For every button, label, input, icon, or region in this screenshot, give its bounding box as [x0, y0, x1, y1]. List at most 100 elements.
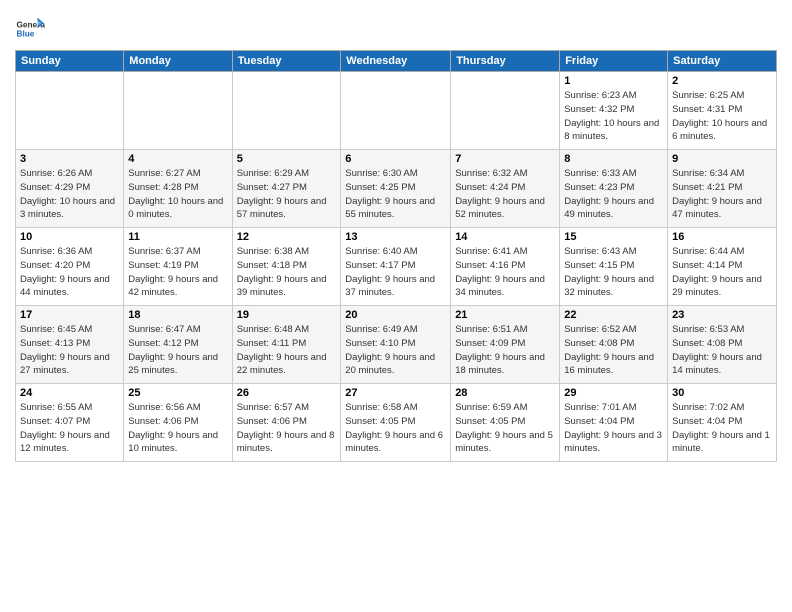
col-header-sunday: Sunday [16, 51, 124, 72]
calendar-cell-2-4: 6 Sunrise: 6:30 AM Sunset: 4:25 PM Daylig… [341, 150, 451, 228]
day-number: 3 [20, 153, 119, 165]
calendar-cell-4-3: 19 Sunrise: 6:48 AM Sunset: 4:11 PM Dayli… [232, 306, 341, 384]
calendar-cell-5-1: 24 Sunrise: 6:55 AM Sunset: 4:07 PM Dayli… [16, 384, 124, 462]
calendar-week-row-4: 17Sunrise: 6:45 AM Sunset: 4:13 PM Dayli… [16, 306, 777, 384]
calendar-cell-1-2 [124, 72, 232, 150]
day-info: Sunrise: 6:23 AM Sunset: 4:32 PM Dayligh… [564, 89, 663, 144]
page: General Blue SundayMondayTuesdayWednesda… [0, 0, 792, 612]
day-number: 9 [672, 153, 772, 165]
day-number: 26 [237, 387, 337, 399]
day-info: Sunrise: 6:27 AM Sunset: 4:28 PM Dayligh… [128, 167, 227, 222]
calendar-cell-3-4: 13 Sunrise: 6:40 AM Sunset: 4:17 PM Dayli… [341, 228, 451, 306]
calendar-cell-3-2: 11Sunrise: 6:37 AM Sunset: 4:19 PM Dayli… [124, 228, 232, 306]
day-number: 30 [672, 387, 772, 399]
day-info: Sunrise: 6:43 AM Sunset: 4:15 PM Dayligh… [564, 245, 663, 300]
calendar-cell-3-6: 15 Sunrise: 6:43 AM Sunset: 4:15 PM Dayli… [560, 228, 668, 306]
day-number: 6 [345, 153, 446, 165]
day-info: Sunrise: 6:59 AM Sunset: 4:05 PM Dayligh… [455, 401, 555, 456]
col-header-monday: Monday [124, 51, 232, 72]
calendar-cell-1-6: 1Sunrise: 6:23 AM Sunset: 4:32 PM Daylig… [560, 72, 668, 150]
calendar-cell-5-3: 26 Sunrise: 6:57 AM Sunset: 4:06 PM Dayli… [232, 384, 341, 462]
day-info: Sunrise: 6:53 AM Sunset: 4:08 PM Dayligh… [672, 323, 772, 378]
day-number: 7 [455, 153, 555, 165]
day-info: Sunrise: 6:29 AM Sunset: 4:27 PM Dayligh… [237, 167, 337, 222]
col-header-tuesday: Tuesday [232, 51, 341, 72]
svg-text:Blue: Blue [17, 30, 35, 39]
calendar-cell-1-5 [451, 72, 560, 150]
calendar-cell-3-3: 12 Sunrise: 6:38 AM Sunset: 4:18 PM Dayli… [232, 228, 341, 306]
col-header-thursday: Thursday [451, 51, 560, 72]
calendar-week-row-3: 10 Sunrise: 6:36 AM Sunset: 4:20 PM Dayli… [16, 228, 777, 306]
day-number: 21 [455, 309, 555, 321]
calendar-cell-3-7: 16 Sunrise: 6:44 AM Sunset: 4:14 PM Dayli… [668, 228, 777, 306]
calendar-week-row-1: 1Sunrise: 6:23 AM Sunset: 4:32 PM Daylig… [16, 72, 777, 150]
day-info: Sunrise: 6:48 AM Sunset: 4:11 PM Dayligh… [237, 323, 337, 378]
calendar-cell-4-1: 17Sunrise: 6:45 AM Sunset: 4:13 PM Dayli… [16, 306, 124, 384]
day-info: Sunrise: 6:34 AM Sunset: 4:21 PM Dayligh… [672, 167, 772, 222]
day-info: Sunrise: 6:41 AM Sunset: 4:16 PM Dayligh… [455, 245, 555, 300]
calendar-header-row: SundayMondayTuesdayWednesdayThursdayFrid… [16, 51, 777, 72]
calendar-cell-5-5: 28 Sunrise: 6:59 AM Sunset: 4:05 PM Dayli… [451, 384, 560, 462]
calendar-cell-4-4: 20 Sunrise: 6:49 AM Sunset: 4:10 PM Dayli… [341, 306, 451, 384]
day-number: 29 [564, 387, 663, 399]
col-header-saturday: Saturday [668, 51, 777, 72]
logo-icon: General Blue [15, 14, 45, 44]
day-info: Sunrise: 6:47 AM Sunset: 4:12 PM Dayligh… [128, 323, 227, 378]
day-number: 19 [237, 309, 337, 321]
day-number: 20 [345, 309, 446, 321]
day-info: Sunrise: 6:40 AM Sunset: 4:17 PM Dayligh… [345, 245, 446, 300]
day-info: Sunrise: 6:33 AM Sunset: 4:23 PM Dayligh… [564, 167, 663, 222]
calendar-week-row-5: 24 Sunrise: 6:55 AM Sunset: 4:07 PM Dayli… [16, 384, 777, 462]
day-number: 25 [128, 387, 227, 399]
day-number: 13 [345, 231, 446, 243]
calendar-cell-5-7: 30 Sunrise: 7:02 AM Sunset: 4:04 PM Dayli… [668, 384, 777, 462]
calendar-cell-2-2: 4 Sunrise: 6:27 AM Sunset: 4:28 PM Daylig… [124, 150, 232, 228]
calendar-cell-1-3 [232, 72, 341, 150]
day-info: Sunrise: 6:25 AM Sunset: 4:31 PM Dayligh… [672, 89, 772, 144]
day-info: Sunrise: 6:36 AM Sunset: 4:20 PM Dayligh… [20, 245, 119, 300]
day-info: Sunrise: 7:01 AM Sunset: 4:04 PM Dayligh… [564, 401, 663, 456]
day-number: 22 [564, 309, 663, 321]
calendar-cell-5-6: 29 Sunrise: 7:01 AM Sunset: 4:04 PM Dayli… [560, 384, 668, 462]
calendar-cell-2-7: 9 Sunrise: 6:34 AM Sunset: 4:21 PM Daylig… [668, 150, 777, 228]
calendar-cell-3-1: 10 Sunrise: 6:36 AM Sunset: 4:20 PM Dayli… [16, 228, 124, 306]
col-header-wednesday: Wednesday [341, 51, 451, 72]
day-number: 8 [564, 153, 663, 165]
day-number: 16 [672, 231, 772, 243]
logo: General Blue [15, 14, 49, 44]
calendar-cell-5-4: 27Sunrise: 6:58 AM Sunset: 4:05 PM Dayli… [341, 384, 451, 462]
day-number: 10 [20, 231, 119, 243]
day-info: Sunrise: 6:51 AM Sunset: 4:09 PM Dayligh… [455, 323, 555, 378]
col-header-friday: Friday [560, 51, 668, 72]
calendar-cell-3-5: 14Sunrise: 6:41 AM Sunset: 4:16 PM Dayli… [451, 228, 560, 306]
calendar-cell-1-7: 2Sunrise: 6:25 AM Sunset: 4:31 PM Daylig… [668, 72, 777, 150]
calendar-cell-2-5: 7Sunrise: 6:32 AM Sunset: 4:24 PM Daylig… [451, 150, 560, 228]
calendar-cell-2-6: 8 Sunrise: 6:33 AM Sunset: 4:23 PM Daylig… [560, 150, 668, 228]
day-number: 15 [564, 231, 663, 243]
calendar-cell-4-2: 18 Sunrise: 6:47 AM Sunset: 4:12 PM Dayli… [124, 306, 232, 384]
day-info: Sunrise: 6:38 AM Sunset: 4:18 PM Dayligh… [237, 245, 337, 300]
calendar-cell-1-1 [16, 72, 124, 150]
day-number: 5 [237, 153, 337, 165]
day-number: 23 [672, 309, 772, 321]
day-info: Sunrise: 6:45 AM Sunset: 4:13 PM Dayligh… [20, 323, 119, 378]
calendar-cell-4-5: 21 Sunrise: 6:51 AM Sunset: 4:09 PM Dayli… [451, 306, 560, 384]
day-info: Sunrise: 6:30 AM Sunset: 4:25 PM Dayligh… [345, 167, 446, 222]
calendar-table: SundayMondayTuesdayWednesdayThursdayFrid… [15, 50, 777, 462]
day-info: Sunrise: 6:56 AM Sunset: 4:06 PM Dayligh… [128, 401, 227, 456]
calendar-cell-5-2: 25 Sunrise: 6:56 AM Sunset: 4:06 PM Dayli… [124, 384, 232, 462]
day-info: Sunrise: 7:02 AM Sunset: 4:04 PM Dayligh… [672, 401, 772, 456]
day-info: Sunrise: 6:57 AM Sunset: 4:06 PM Dayligh… [237, 401, 337, 456]
day-number: 28 [455, 387, 555, 399]
day-info: Sunrise: 6:58 AM Sunset: 4:05 PM Dayligh… [345, 401, 446, 456]
calendar-cell-4-6: 22 Sunrise: 6:52 AM Sunset: 4:08 PM Dayli… [560, 306, 668, 384]
day-number: 11 [128, 231, 227, 243]
day-info: Sunrise: 6:55 AM Sunset: 4:07 PM Dayligh… [20, 401, 119, 456]
day-info: Sunrise: 6:49 AM Sunset: 4:10 PM Dayligh… [345, 323, 446, 378]
day-number: 12 [237, 231, 337, 243]
day-number: 4 [128, 153, 227, 165]
day-info: Sunrise: 6:44 AM Sunset: 4:14 PM Dayligh… [672, 245, 772, 300]
day-info: Sunrise: 6:52 AM Sunset: 4:08 PM Dayligh… [564, 323, 663, 378]
day-number: 18 [128, 309, 227, 321]
day-number: 24 [20, 387, 119, 399]
